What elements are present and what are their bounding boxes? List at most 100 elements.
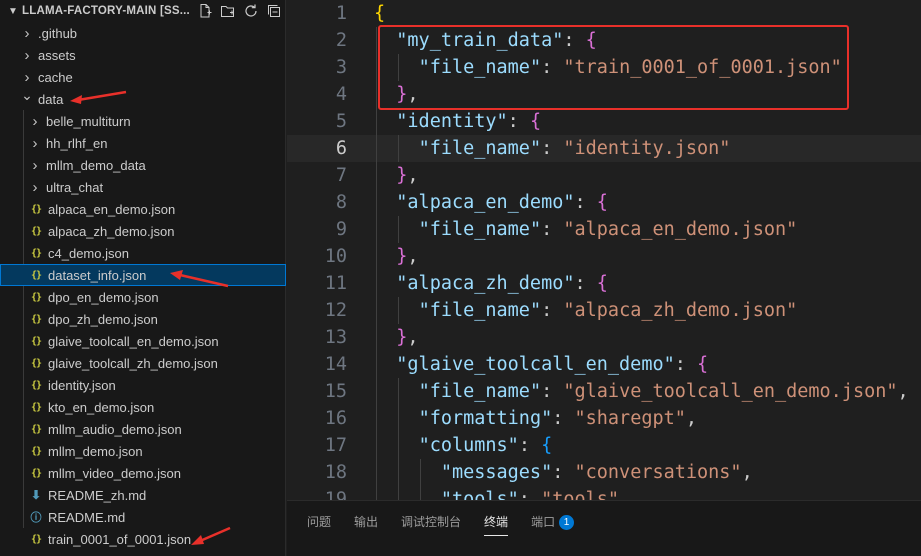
line-number: 15 xyxy=(324,381,347,402)
tree-file[interactable]: {} dataset_info.json xyxy=(0,264,286,286)
code-token: "columns" xyxy=(418,435,519,456)
chevron-down-icon[interactable]: ▼ xyxy=(6,6,20,17)
code-token: : xyxy=(552,408,575,429)
json-file-icon: {} xyxy=(30,203,42,215)
code-line[interactable]: 1{ xyxy=(287,0,921,27)
chevron-down-icon[interactable]: ⌄ xyxy=(20,87,34,104)
code-token: { xyxy=(541,435,553,456)
tree-item-label: dpo_zh_demo.json xyxy=(48,311,158,327)
explorer-header[interactable]: ▼ LLAMA-FACTORY-MAIN [SS... xyxy=(0,0,286,22)
code-token: : xyxy=(574,192,597,213)
tree-item-label: assets xyxy=(38,47,76,63)
tree-file[interactable]: {} c4_demo.json xyxy=(0,242,286,264)
tree-folder[interactable]: › cache xyxy=(0,66,286,88)
tree-file[interactable]: {} glaive_toolcall_zh_demo.json xyxy=(0,352,286,374)
tree-item-label: glaive_toolcall_en_demo.json xyxy=(48,333,219,349)
tree-file[interactable]: {} train_0001_of_0001.json xyxy=(0,528,286,550)
tree-item-label: ultra_chat xyxy=(46,179,104,195)
code-token: : xyxy=(541,138,564,159)
code-line[interactable]: 17 "columns": { xyxy=(287,432,921,459)
code-line[interactable]: 8 "alpaca_en_demo": { xyxy=(287,189,921,216)
code-line[interactable]: 16 "formatting": "sharegpt", xyxy=(287,405,921,432)
tree-item-label: kto_en_demo.json xyxy=(48,399,155,415)
chevron-right-icon[interactable]: › xyxy=(28,179,42,196)
code-line[interactable]: 19 "tools": "tools" xyxy=(287,486,921,500)
code-token: "identity.json" xyxy=(563,138,731,159)
code-token: { xyxy=(697,354,709,375)
code-line[interactable]: 13 }, xyxy=(287,324,921,351)
indent-guide xyxy=(376,27,377,500)
tree-file[interactable]: {} dpo_en_demo.json xyxy=(0,286,286,308)
panel-tab[interactable]: 调试控制台 xyxy=(401,514,461,536)
tree-file[interactable]: {} mllm_audio_demo.json xyxy=(0,418,286,440)
tree-folder[interactable]: › assets xyxy=(0,44,286,66)
tree-file[interactable]: {} dpo_zh_demo.json xyxy=(0,308,286,330)
tree-folder[interactable]: › ultra_chat xyxy=(0,176,286,198)
code-token: { xyxy=(529,111,542,132)
tree-folder[interactable]: › .github xyxy=(0,22,286,44)
chevron-right-icon[interactable]: › xyxy=(28,113,42,130)
refresh-icon[interactable] xyxy=(242,2,260,20)
tree-file[interactable]: ⓘ README.md xyxy=(0,506,286,528)
panel-tab[interactable]: 端口 1 xyxy=(531,514,575,536)
panel-tab-label: 调试控制台 xyxy=(401,515,462,529)
chevron-right-icon[interactable]: › xyxy=(20,25,34,42)
code-line[interactable]: 7 }, xyxy=(287,162,921,189)
line-number: 2 xyxy=(335,30,347,51)
tree-item-label: c4_demo.json xyxy=(48,245,129,261)
line-number: 1 xyxy=(335,3,347,24)
chevron-right-icon[interactable]: › xyxy=(28,135,42,152)
tree-item-label: train_0001_of_0001.json xyxy=(48,531,192,547)
code-token: , xyxy=(741,462,753,483)
code-token: "conversations" xyxy=(574,462,742,483)
code-text: "file_name": "alpaca_zh_demo.json" xyxy=(374,297,798,324)
code-line[interactable]: 10 }, xyxy=(287,243,921,270)
tree-folder[interactable]: › belle_multiturn xyxy=(0,110,286,132)
json-file-icon: {} xyxy=(30,247,42,259)
tree-file[interactable]: {} mllm_video_demo.json xyxy=(0,462,286,484)
tree-item-label: .github xyxy=(38,25,78,41)
tree-file[interactable]: {} kto_en_demo.json xyxy=(0,396,286,418)
panel-tab[interactable]: 终端 xyxy=(484,514,509,536)
panel-tab[interactable]: 问题 xyxy=(307,514,331,536)
chevron-right-icon[interactable]: › xyxy=(20,69,34,86)
chevron-right-icon[interactable]: › xyxy=(28,157,42,174)
code-line[interactable]: 9 "file_name": "alpaca_en_demo.json" xyxy=(287,216,921,243)
code-line[interactable]: 6 "file_name": "identity.json" xyxy=(287,135,921,162)
code-text: "identity": { xyxy=(374,108,541,135)
code-line[interactable]: 5 "identity": { xyxy=(287,108,921,135)
panel-tab-label: 问题 xyxy=(307,515,332,529)
code-token: "glaive_toolcall_en_demo" xyxy=(396,354,675,375)
tree-file[interactable]: {} mllm_demo.json xyxy=(0,440,286,462)
tree-folder[interactable]: › mllm_demo_data xyxy=(0,154,286,176)
panel-tab[interactable]: 输出 xyxy=(354,514,378,536)
line-number: 9 xyxy=(335,219,347,240)
code-token: , xyxy=(407,165,419,186)
workspace-title[interactable]: LLAMA-FACTORY-MAIN [SS... xyxy=(22,5,192,17)
tree-folder[interactable]: ⌄ data xyxy=(0,87,286,110)
tree-file[interactable]: {} alpaca_en_demo.json xyxy=(0,198,286,220)
tree-file[interactable]: ⬇ README_zh.md xyxy=(0,484,286,506)
info-file-icon: ⓘ xyxy=(30,512,42,524)
tree-file[interactable]: {} glaive_toolcall_en_demo.json xyxy=(0,330,286,352)
code-line[interactable]: 18 "messages": "conversations", xyxy=(287,459,921,486)
new-folder-icon[interactable] xyxy=(219,2,237,20)
collapse-all-icon[interactable] xyxy=(265,2,283,20)
code-line[interactable]: 11 "alpaca_zh_demo": { xyxy=(287,270,921,297)
chevron-right-icon[interactable]: › xyxy=(20,47,34,64)
tree-item-label: dpo_en_demo.json xyxy=(48,289,159,305)
tree-file[interactable]: {} alpaca_zh_demo.json xyxy=(0,220,286,242)
code-token: , xyxy=(685,408,698,429)
code-token: "file_name" xyxy=(418,219,542,240)
new-file-icon[interactable] xyxy=(196,2,214,20)
code-line[interactable]: 12 "file_name": "alpaca_zh_demo.json" xyxy=(287,297,921,324)
code-line[interactable]: 15 "file_name": "glaive_toolcall_en_demo… xyxy=(287,378,921,405)
explorer-sidebar: ▼ LLAMA-FACTORY-MAIN [SS... › .github › ass… xyxy=(0,0,286,556)
tree-file[interactable]: {} identity.json xyxy=(0,374,286,396)
code-line[interactable]: 14 "glaive_toolcall_en_demo": { xyxy=(287,351,921,378)
code-token: : xyxy=(518,489,542,500)
code-token: "alpaca_en_demo.json" xyxy=(563,219,798,240)
tree-folder[interactable]: › hh_rlhf_en xyxy=(0,132,286,154)
